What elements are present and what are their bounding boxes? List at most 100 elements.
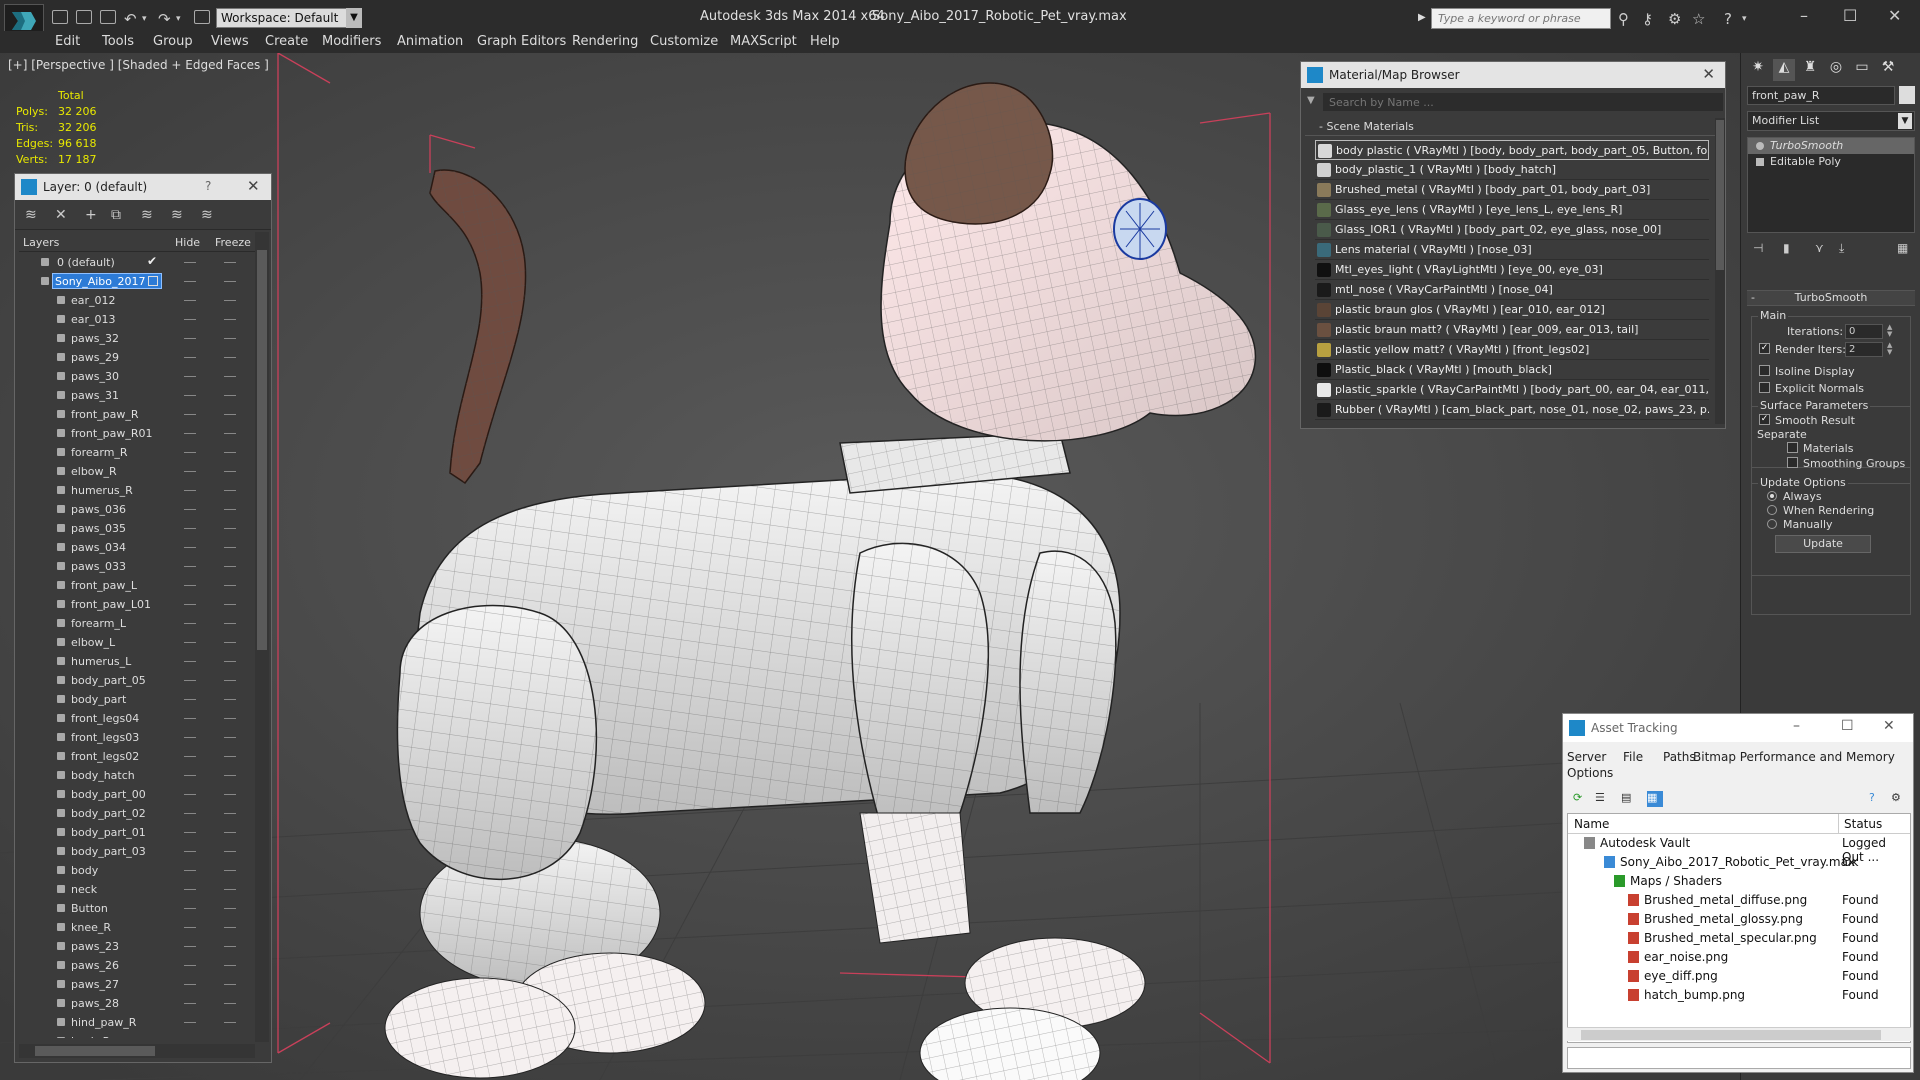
layer-object-row[interactable]: front_legs02 — [19, 747, 255, 766]
hide-toggle[interactable] — [184, 338, 196, 339]
active-layer-check-icon[interactable]: ✔ — [147, 254, 157, 268]
material-scrollbar[interactable] — [1715, 118, 1725, 424]
asset-row[interactable]: Sony_Aibo_2017_Robotic_Pet_vray.max Ok — [1568, 853, 1910, 872]
modify-tab-icon[interactable]: ◭ — [1773, 59, 1795, 81]
close-icon[interactable]: ✕ — [1888, 6, 1901, 25]
iterations-spinner[interactable]: 0 — [1845, 324, 1883, 339]
set-current-layer-box[interactable] — [148, 276, 158, 286]
layer-object-row[interactable]: hock_R — [19, 1032, 255, 1038]
material-row[interactable]: Plastic_black ( VRayMtl ) [mouth_black] — [1315, 360, 1709, 380]
layer-object-row[interactable]: front_paw_L — [19, 576, 255, 595]
delete-layer-icon[interactable]: ✕ — [55, 207, 67, 223]
close-icon[interactable]: ✕ — [247, 177, 260, 195]
menu-edit[interactable]: Edit — [55, 34, 80, 49]
freeze-toggle[interactable] — [224, 1022, 236, 1023]
col-name[interactable]: Name — [1574, 817, 1609, 831]
hide-toggle[interactable] — [184, 642, 196, 643]
hide-toggle[interactable] — [184, 414, 196, 415]
maximize-icon[interactable]: ☐ — [1843, 6, 1857, 25]
always-radio[interactable] — [1767, 491, 1777, 501]
remove-modifier-icon[interactable]: ⤓ — [1839, 241, 1844, 256]
list-view-icon[interactable]: ☰ — [1595, 791, 1611, 807]
freeze-toggle[interactable] — [224, 547, 236, 548]
menu-create[interactable]: Create — [265, 34, 308, 49]
freeze-toggle[interactable] — [224, 889, 236, 890]
hide-toggle[interactable] — [184, 604, 196, 605]
stack-item-editable-poly[interactable]: Editable Poly — [1748, 154, 1914, 170]
freeze-toggle[interactable] — [224, 908, 236, 909]
highlight-selected-icon[interactable]: ≋ — [141, 207, 153, 223]
undo-dropdown-icon[interactable]: ▾ — [142, 14, 147, 24]
display-tab-icon[interactable]: ▭ — [1851, 59, 1873, 81]
settings-icon[interactable]: ⚙ — [1891, 791, 1907, 807]
layer-object-row[interactable]: body_part_01 — [19, 823, 255, 842]
hide-toggle[interactable] — [184, 984, 196, 985]
close-icon[interactable]: ✕ — [1702, 65, 1715, 83]
layer-object-row[interactable]: body_part_00 — [19, 785, 255, 804]
layer-object-row[interactable]: paws_036 — [19, 500, 255, 519]
material-row[interactable]: plastic braun glos ( VRayMtl ) [ear_010,… — [1315, 300, 1709, 320]
col-hide[interactable]: Hide — [175, 236, 200, 249]
layer-object-row[interactable]: body — [19, 861, 255, 880]
show-end-result-icon[interactable]: ▮ — [1783, 241, 1790, 255]
separate-materials-checkbox[interactable] — [1787, 442, 1798, 453]
freeze-toggle[interactable] — [224, 604, 236, 605]
hide-toggle[interactable] — [184, 623, 196, 624]
open-file-icon[interactable] — [76, 10, 92, 24]
freeze-toggle[interactable] — [224, 661, 236, 662]
hide-toggle[interactable] — [184, 528, 196, 529]
table-view-icon[interactable]: ▦ — [1647, 791, 1663, 807]
scene-materials-group[interactable]: - Scene Materials — [1305, 118, 1715, 136]
project-folder-icon[interactable] — [194, 10, 210, 24]
object-name-field[interactable] — [1747, 86, 1895, 105]
hide-toggle[interactable] — [184, 680, 196, 681]
freeze-toggle[interactable] — [224, 680, 236, 681]
help-icon[interactable]: ? — [205, 179, 211, 193]
freeze-toggle[interactable] — [224, 338, 236, 339]
hide-toggle[interactable] — [184, 699, 196, 700]
freeze-toggle[interactable] — [224, 794, 236, 795]
pin-stack-icon[interactable]: ⊣ — [1753, 241, 1763, 255]
freeze-toggle[interactable] — [224, 262, 236, 263]
communication-center-icon[interactable]: ⚙ — [1668, 10, 1681, 28]
layer-vertical-scrollbar[interactable] — [255, 232, 269, 1042]
freeze-toggle[interactable] — [224, 699, 236, 700]
hide-toggle[interactable] — [184, 908, 196, 909]
menu-rendering[interactable]: Rendering — [572, 34, 638, 49]
material-row[interactable]: Rubber ( VRayMtl ) [cam_black_part, nose… — [1315, 400, 1709, 420]
spinner-arrows-icon[interactable]: ▲ ▼ — [1887, 342, 1895, 357]
freeze-toggle[interactable] — [224, 452, 236, 453]
create-layer-icon[interactable]: ≋ — [25, 207, 37, 223]
binoculars-icon[interactable]: ⚲ — [1618, 10, 1629, 28]
col-layers[interactable]: Layers — [23, 236, 59, 249]
freeze-toggle[interactable] — [224, 585, 236, 586]
hide-toggle[interactable] — [184, 585, 196, 586]
save-file-icon[interactable] — [100, 10, 116, 24]
hide-toggle[interactable] — [184, 300, 196, 301]
layer-object-row[interactable]: humerus_L — [19, 652, 255, 671]
hide-toggle[interactable] — [184, 319, 196, 320]
layer-object-row[interactable]: paws_31 — [19, 386, 255, 405]
freeze-toggle[interactable] — [224, 775, 236, 776]
freeze-toggle[interactable] — [224, 414, 236, 415]
freeze-toggle[interactable] — [224, 623, 236, 624]
menu-animation[interactable]: Animation — [397, 34, 463, 49]
col-status[interactable]: Status — [1844, 817, 1882, 831]
freeze-toggle[interactable] — [224, 395, 236, 396]
viewport-label[interactable]: [+] [Perspective ] [Shaded + Edged Faces… — [8, 58, 269, 72]
freeze-toggle[interactable] — [224, 281, 236, 282]
freeze-toggle[interactable] — [224, 566, 236, 567]
material-row[interactable]: plastic yellow matt? ( VRayMtl ) [front_… — [1315, 340, 1709, 360]
render-iters-spinner[interactable]: 2 — [1845, 342, 1883, 357]
freeze-toggle[interactable] — [224, 509, 236, 510]
help-icon[interactable]: ? — [1869, 791, 1885, 807]
layer-object-row[interactable]: body_part_05 — [19, 671, 255, 690]
menu-options[interactable]: Options — [1567, 766, 1613, 780]
search-expand-icon[interactable]: ▶ — [1418, 12, 1426, 23]
hide-toggle[interactable] — [184, 851, 196, 852]
menu-graph-editors[interactable]: Graph Editors — [477, 34, 566, 49]
layer-object-row[interactable]: front_paw_L01 — [19, 595, 255, 614]
freeze-toggle[interactable] — [224, 965, 236, 966]
hide-toggle[interactable] — [184, 661, 196, 662]
layer-panel-titlebar[interactable]: Layer: 0 (default) ? ✕ — [15, 174, 271, 200]
